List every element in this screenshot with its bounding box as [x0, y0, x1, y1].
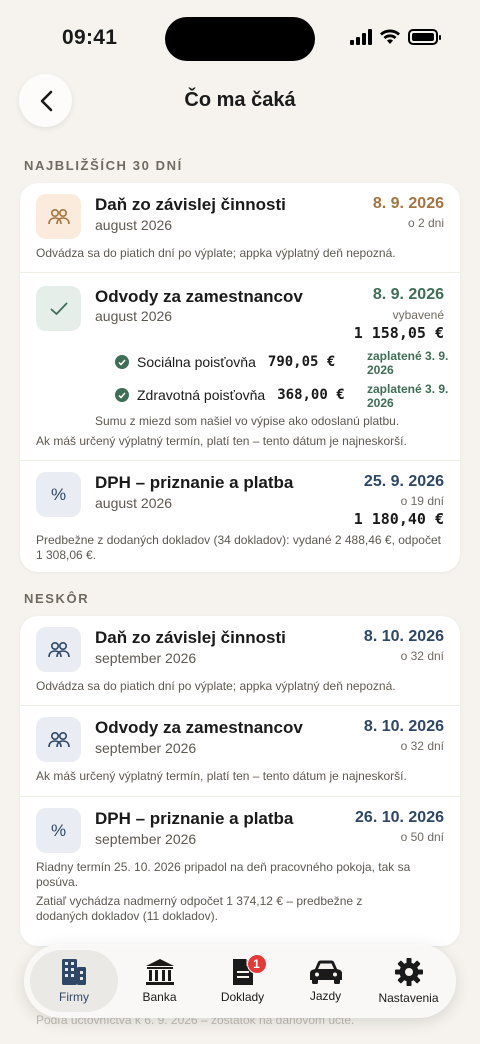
page-title: Čo ma čaká [184, 89, 296, 111]
item-note: Ak máš určený výplatný termín, platí ten… [36, 434, 407, 448]
deadline-item-vat-sep[interactable]: % DPH – priznanie a platba september 202… [20, 796, 460, 936]
tab-label: Banka [142, 990, 177, 1004]
item-due-in: o 32 dní [400, 649, 444, 663]
item-status: vybavené [392, 308, 444, 322]
payment-amount: 368,00 € [277, 387, 345, 403]
item-due-in: o 50 dní [400, 830, 444, 844]
item-period: september 2026 [95, 650, 197, 666]
item-date: 25. 9. 2026 [363, 473, 444, 490]
notification-badge: 1 [246, 954, 267, 974]
item-amount: 1 158,05 € [353, 324, 444, 342]
item-title: Daň zo závislej činnosti [95, 195, 286, 214]
building-icon [62, 959, 86, 985]
item-due-in: o 19 dní [400, 494, 444, 508]
item-period: august 2026 [95, 495, 173, 511]
tab-label: Doklady [220, 990, 265, 1004]
car-icon [309, 960, 342, 984]
item-period: september 2026 [95, 831, 197, 847]
payment-label: Zdravotná poisťovňa [137, 387, 266, 403]
tab-doklady[interactable]: 1 Doklady [201, 950, 284, 1012]
item-period: august 2026 [95, 217, 173, 233]
people-icon [36, 627, 81, 672]
tab-bar: Firmy Banka 1 Doklady Jazdy Nastavenia [24, 944, 456, 1018]
people-icon [36, 194, 81, 239]
deadline-item-vat[interactable]: % DPH – priznanie a platba august 2026 2… [20, 460, 460, 570]
item-note: Predbežne z dodaných dokladov (34 doklad… [36, 533, 441, 562]
percent-icon: % [36, 808, 81, 853]
dynamic-island [165, 17, 315, 61]
payment-amount: 790,05 € [267, 354, 336, 370]
item-date: 8. 9. 2026 [372, 195, 444, 212]
section-header-later: NESKÔR [24, 591, 90, 606]
item-amount: 1 180,40 € [353, 510, 444, 528]
payment-row-social: Sociálna poisťovňa 790,05 € [115, 354, 335, 370]
item-due-in: o 2 dni [407, 216, 444, 230]
check-circle-icon [115, 355, 129, 369]
item-note: Riadny termín 25. 10. 2026 pripadol na d… [36, 860, 411, 889]
deadline-item-contributions-sep[interactable]: Odvody za zamestnancov september 2026 8.… [20, 705, 460, 796]
item-note: Sumu z miezd som našiel vo výpise ako od… [95, 414, 400, 428]
payment-paid-status: zaplatené 3. 9. 2026 [367, 382, 449, 410]
deadline-item-income-tax-sep[interactable]: Daň zo závislej činnosti september 2026 … [20, 616, 460, 705]
check-circle-icon [115, 388, 129, 402]
item-date: 8. 10. 2026 [363, 718, 444, 735]
checkmark-icon [36, 286, 81, 331]
item-title: Odvody za zamestnancov [95, 287, 303, 306]
percent-icon: % [36, 472, 81, 517]
tab-nastavenia[interactable]: Nastavenia [367, 950, 450, 1012]
tab-label: Jazdy [309, 989, 342, 1003]
status-time: 09:41 [62, 26, 118, 49]
item-period: september 2026 [95, 740, 197, 756]
payment-label: Sociálna poisťovňa [137, 354, 256, 370]
deadline-item-income-tax[interactable]: Daň zo závislej činnosti august 2026 8. … [20, 183, 460, 272]
deadline-item-contributions[interactable]: Odvody za zamestnancov august 2026 8. 9.… [20, 272, 460, 460]
bank-icon [145, 959, 174, 985]
item-due-in: o 32 dní [400, 739, 444, 753]
gear-icon [394, 958, 423, 986]
item-date: 8. 10. 2026 [363, 628, 444, 645]
tab-label: Firmy [59, 990, 89, 1004]
payment-row-health: Zdravotná poisťovňa 368,00 € [115, 387, 345, 403]
status-bar: 09:41 [0, 0, 480, 80]
item-date: 8. 9. 2026 [372, 286, 444, 303]
signal-icon [350, 29, 372, 45]
tab-firmy[interactable]: Firmy [30, 950, 118, 1012]
item-period: august 2026 [95, 308, 173, 324]
item-note: Zatiaľ vychádza nadmerný odpočet 1 374,1… [36, 894, 363, 923]
section-header-next30: NAJBLIŽŠÍCH 30 DNÍ [24, 158, 183, 173]
tab-banka[interactable]: Banka [118, 950, 201, 1012]
item-title: DPH – priznanie a platba [95, 473, 294, 492]
tab-label: Nastavenia [378, 991, 439, 1005]
card-next30: Daň zo závislej činnosti august 2026 8. … [20, 183, 460, 572]
item-note: Odvádza sa do piatich dní po výplate; ap… [36, 679, 396, 693]
item-title: Odvody za zamestnancov [95, 718, 303, 737]
item-note: Odvádza sa do piatich dní po výplate; ap… [36, 246, 396, 260]
people-icon [36, 717, 81, 762]
item-title: Daň zo závislej činnosti [95, 628, 286, 647]
wifi-icon [380, 29, 400, 44]
item-title: DPH – priznanie a platba [95, 809, 294, 828]
status-icons [350, 29, 441, 45]
item-date: 26. 10. 2026 [355, 809, 444, 826]
battery-icon [408, 29, 441, 45]
card-later: Daň zo závislej činnosti september 2026 … [20, 616, 460, 946]
payment-paid-status: zaplatené 3. 9. 2026 [367, 349, 449, 377]
item-note: Ak máš určený výplatný termín, platí ten… [36, 769, 407, 783]
tab-jazdy[interactable]: Jazdy [284, 950, 367, 1012]
